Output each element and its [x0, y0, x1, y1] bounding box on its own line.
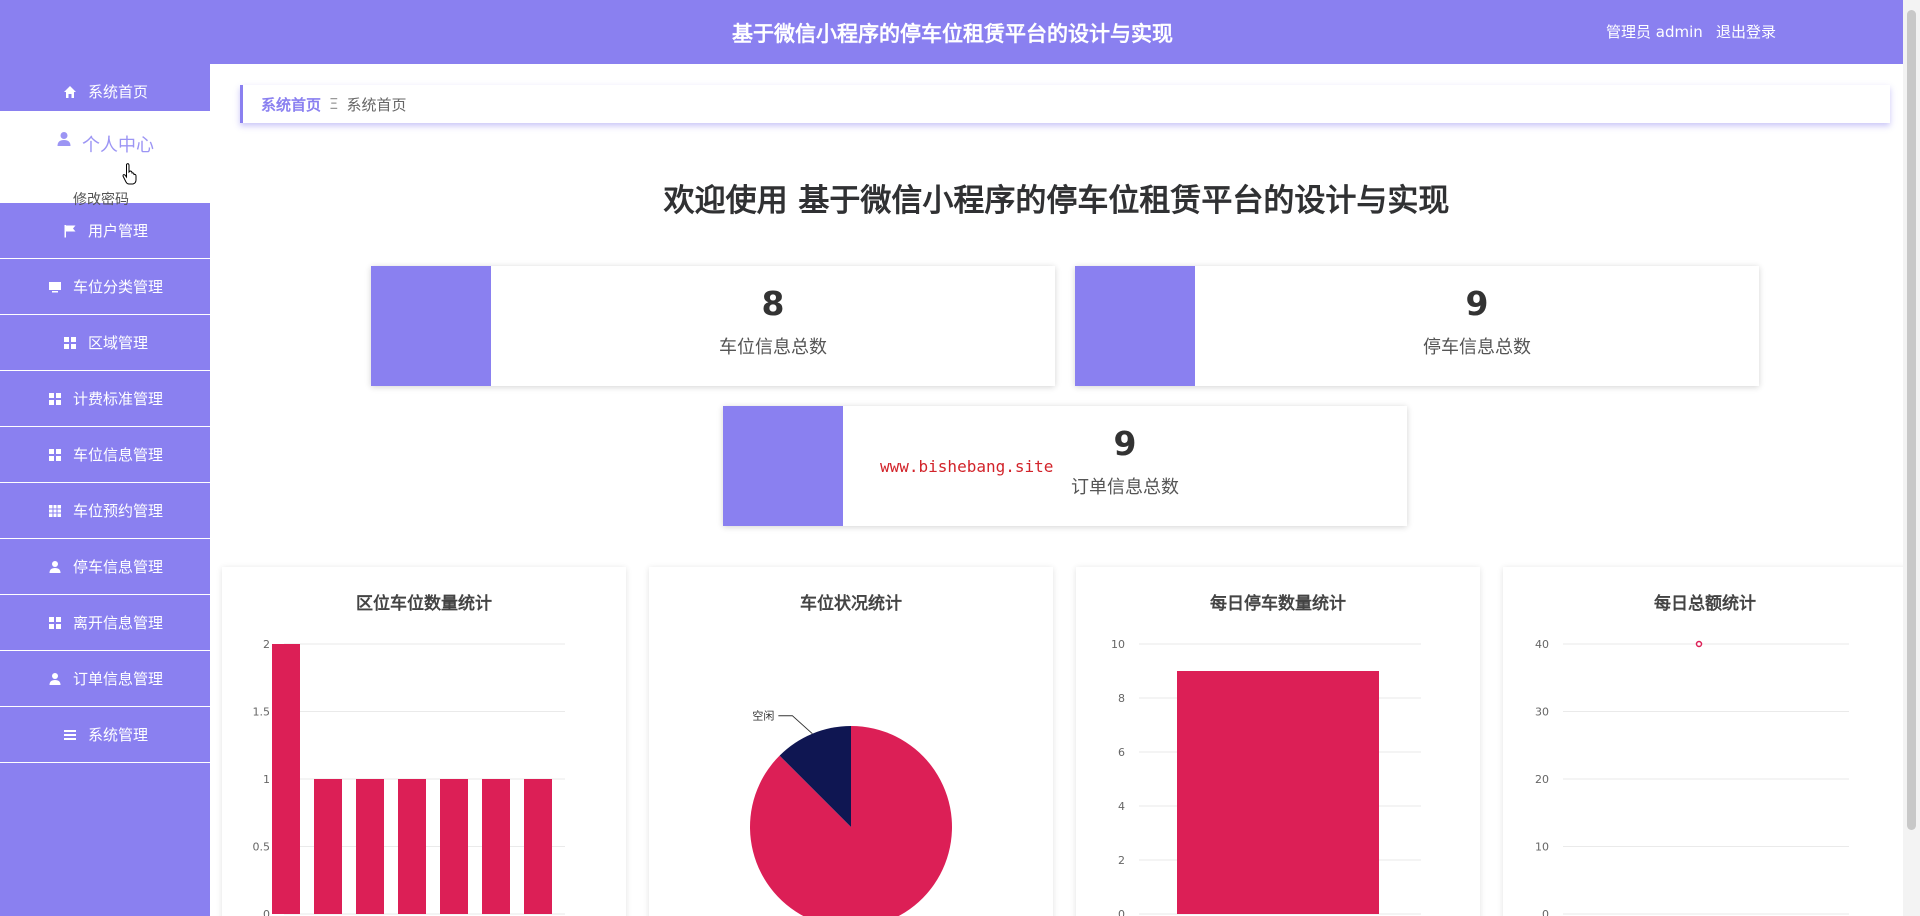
y-tick-label: 4 — [1118, 800, 1125, 813]
stat-card-order-count: 9 订单信息总数 — [723, 406, 1407, 526]
y-tick-label: 8 — [1118, 692, 1125, 705]
sidebar-item-area[interactable]: 区域管理 — [0, 315, 210, 371]
sidebar-item-reservation[interactable]: 车位预约管理 — [0, 483, 210, 539]
sidebar-item-label: 停车信息管理 — [72, 558, 163, 576]
y-tick-label: 2 — [263, 638, 270, 651]
chart-panel-space-status: 车位状况统计 空闲 — [649, 567, 1053, 916]
y-tick-label: 6 — [1118, 746, 1125, 759]
breadcrumb: 系统首页 Ξ 系统首页 — [240, 85, 1890, 123]
chart-panel-area-spaces: 区位车位数量统计 0 0.5 1 1.5 2 — [222, 567, 626, 916]
sidebar-item-label: 车位分类管理 — [72, 278, 163, 296]
flag-icon — [62, 223, 78, 239]
stat-value: 9 — [1465, 284, 1489, 323]
watermark-text: www.bishebang.site — [880, 457, 1054, 476]
sidebar-item-order[interactable]: 订单信息管理 — [0, 651, 210, 707]
stat-card-color-block — [371, 266, 491, 386]
sidebar-item-label: 订单信息管理 — [72, 670, 163, 688]
sidebar-item-system[interactable]: 系统管理 — [0, 707, 210, 763]
bar-chart-area-spaces: 0 0.5 1 1.5 2 — [253, 638, 565, 916]
breadcrumb-current: 系统首页 — [346, 95, 407, 114]
table-icon — [47, 503, 63, 519]
sidebar-item-label: 个人中心 — [82, 135, 154, 156]
welcome-heading: 欢迎使用 基于微信小程序的停车位租赁平台的设计与实现 — [663, 183, 1450, 219]
home-icon — [62, 84, 78, 100]
sidebar-item-parking-info[interactable]: 停车信息管理 — [0, 539, 210, 595]
grid-icon — [47, 391, 63, 407]
stat-card-space-count: 8 车位信息总数 — [371, 266, 1055, 386]
sidebar-item-user-mgmt[interactable]: 用户管理 — [0, 203, 210, 259]
user-icon — [56, 131, 72, 147]
logout-link[interactable]: 退出登录 — [1716, 21, 1776, 42]
bar — [272, 644, 300, 914]
chart-panel-daily-total: 每日总额统计 0 10 20 30 40 — [1503, 567, 1907, 916]
sidebar-item-label: 系统首页 — [87, 83, 148, 101]
stat-card-color-block — [723, 406, 843, 526]
y-tick-label: 0.5 — [253, 841, 271, 854]
sidebar-item-departure[interactable]: 离开信息管理 — [0, 595, 210, 651]
y-tick-label: 40 — [1535, 638, 1549, 651]
pie-chart-space-status: 空闲 — [750, 709, 952, 916]
monitor-icon — [47, 279, 63, 295]
scrollbar-thumb[interactable] — [1907, 10, 1916, 830]
bar-chart-daily-parking: 0 2 4 6 8 10 — [1111, 638, 1421, 916]
y-tick-label: 0 — [1118, 908, 1125, 916]
y-tick-label: 30 — [1535, 706, 1549, 719]
sidebar-item-label: 系统管理 — [87, 726, 148, 744]
bar — [398, 779, 426, 914]
stat-label: 订单信息总数 — [1071, 477, 1179, 498]
bar — [482, 779, 510, 914]
sidebar-item-label: 用户管理 — [87, 222, 148, 240]
pie-label-line — [778, 715, 813, 735]
chart-panel-daily-parking: 每日停车数量统计 0 2 4 6 8 10 — [1076, 567, 1480, 916]
current-user: 管理员 admin — [1606, 23, 1703, 41]
stat-label: 车位信息总数 — [719, 337, 827, 358]
sidebar-item-space-info[interactable]: 车位信息管理 — [0, 427, 210, 483]
y-tick-label: 10 — [1111, 638, 1125, 651]
grid-icon — [47, 615, 63, 631]
pie-label: 空闲 — [752, 709, 774, 723]
breadcrumb-home-link[interactable]: 系统首页 — [261, 94, 321, 115]
sidebar-item-label: 车位信息管理 — [72, 446, 163, 464]
y-tick-label: 1 — [263, 773, 270, 786]
grid-icon — [47, 447, 63, 463]
bar — [524, 779, 552, 914]
submenu-change-password[interactable]: 修改密码 — [73, 189, 129, 209]
bar — [1177, 671, 1379, 914]
line-point — [1695, 640, 1703, 648]
list-icon — [62, 727, 78, 743]
top-header: 基于微信小程序的停车位租赁平台的设计与实现 管理员 admin 退出登录 — [0, 0, 1920, 64]
y-tick-label: 0 — [1542, 908, 1549, 916]
stat-value: 8 — [761, 284, 785, 323]
grid-icon — [62, 335, 78, 351]
y-tick-label: 2 — [1118, 854, 1125, 867]
sidebar-item-label: 离开信息管理 — [72, 614, 163, 632]
y-tick-label: 10 — [1535, 841, 1549, 854]
sidebar-item-label: 车位预约管理 — [72, 502, 163, 520]
vertical-scrollbar[interactable] — [1903, 0, 1920, 916]
bar — [440, 779, 468, 914]
y-tick-label: 20 — [1535, 773, 1549, 786]
line-chart-daily-total: 0 10 20 30 40 — [1535, 638, 1849, 916]
sidebar-item-billing[interactable]: 计费标准管理 — [0, 371, 210, 427]
user-icon — [47, 559, 63, 575]
stat-card-color-block — [1075, 266, 1195, 386]
mouse-cursor-icon — [122, 163, 138, 189]
y-tick-label: 1.5 — [253, 706, 271, 719]
bar — [314, 779, 342, 914]
bar — [356, 779, 384, 914]
stat-card-parking-count: 9 停车信息总数 — [1075, 266, 1759, 386]
sidebar-item-label: 计费标准管理 — [72, 390, 163, 408]
user-icon — [47, 671, 63, 687]
stat-label: 停车信息总数 — [1423, 337, 1531, 358]
sidebar-item-space-category[interactable]: 车位分类管理 — [0, 259, 210, 315]
y-tick-label: 0 — [263, 908, 270, 916]
sidebar-item-label: 区域管理 — [87, 334, 148, 352]
breadcrumb-separator-icon: Ξ — [329, 95, 339, 113]
